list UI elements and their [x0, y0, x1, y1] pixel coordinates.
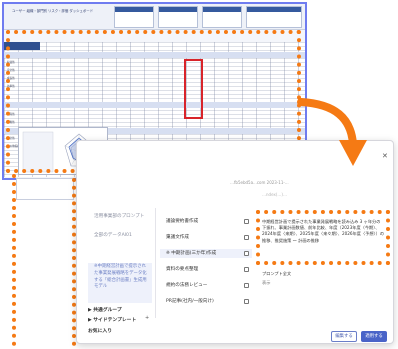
arrow-icon	[297, 98, 367, 166]
prompt-item[interactable]: PR記事(社内/一般向け)	[166, 298, 214, 304]
header-cell	[158, 6, 198, 28]
header-cell	[202, 6, 242, 28]
prompt-checkbox[interactable]	[244, 251, 249, 256]
prompt-item[interactable]: 議論要約書作成	[166, 218, 198, 224]
nav-favorites[interactable]: お気に入り	[88, 327, 112, 334]
prompt-item[interactable]: 規約の法務レビュー	[166, 282, 207, 288]
column-divider	[155, 208, 156, 318]
category-item-active[interactable]: ※中期経営計画で提示された事業発展戦略をデータ化する「総合計画書」生成用モデル	[94, 264, 150, 291]
dialog-faint-subheader: …ndex(…)…	[262, 192, 287, 197]
category-item[interactable]: 活用事業部のプロンプト	[94, 213, 150, 221]
spreadsheet-header: ユーザー 組織・部門別 リスク・評価 ダッシュボード	[4, 4, 305, 30]
header-cell	[246, 6, 302, 28]
apply-button[interactable]: 適用する	[361, 331, 387, 342]
spreadsheet-lower-section	[16, 178, 74, 200]
category-item[interactable]: 全部のデータAI01	[94, 232, 150, 240]
dialog-faint-header: …fb5ebd5a...com 2023-11-...	[230, 180, 289, 185]
nav-group-common-label: 共通グループ	[93, 308, 122, 313]
highlight-frame-left-edge	[12, 174, 20, 346]
header-cell	[114, 6, 154, 28]
prompt-item-active[interactable]: ※ 中期計画(三か年)作成	[166, 250, 216, 256]
close-icon[interactable]: ✕	[382, 152, 390, 160]
prompt-checkbox[interactable]	[244, 283, 249, 288]
nav-group-template-label: サイドテンプレート	[93, 318, 137, 323]
prompt-detail-label: 表示	[262, 280, 271, 285]
add-template-button[interactable]: +	[145, 315, 149, 321]
nav-group-common[interactable]: ▶ 共通グループ	[88, 306, 122, 313]
edit-button[interactable]: 編集する	[331, 331, 357, 342]
prompt-checkbox[interactable]	[244, 219, 249, 224]
nav-favorites-label: お気に入り	[88, 329, 112, 334]
nav-group-template[interactable]: ▶ サイドテンプレート	[88, 316, 136, 323]
expand-icon[interactable]: ▶	[88, 308, 92, 313]
prompt-checkbox[interactable]	[244, 299, 249, 304]
highlight-frame-description	[256, 210, 390, 265]
prompt-checkbox[interactable]	[244, 267, 249, 272]
prompt-checkbox[interactable]	[244, 235, 249, 240]
prompt-full-label: プロンプト全文	[262, 271, 292, 276]
spreadsheet-title: ユーザー 組織・部門別 リスク・評価 ダッシュボード	[12, 9, 94, 13]
prompt-item[interactable]: 資料の要点整理	[166, 266, 198, 272]
prompt-item[interactable]: 稟議文作成	[166, 234, 189, 240]
expand-icon[interactable]: ▶	[88, 318, 92, 323]
